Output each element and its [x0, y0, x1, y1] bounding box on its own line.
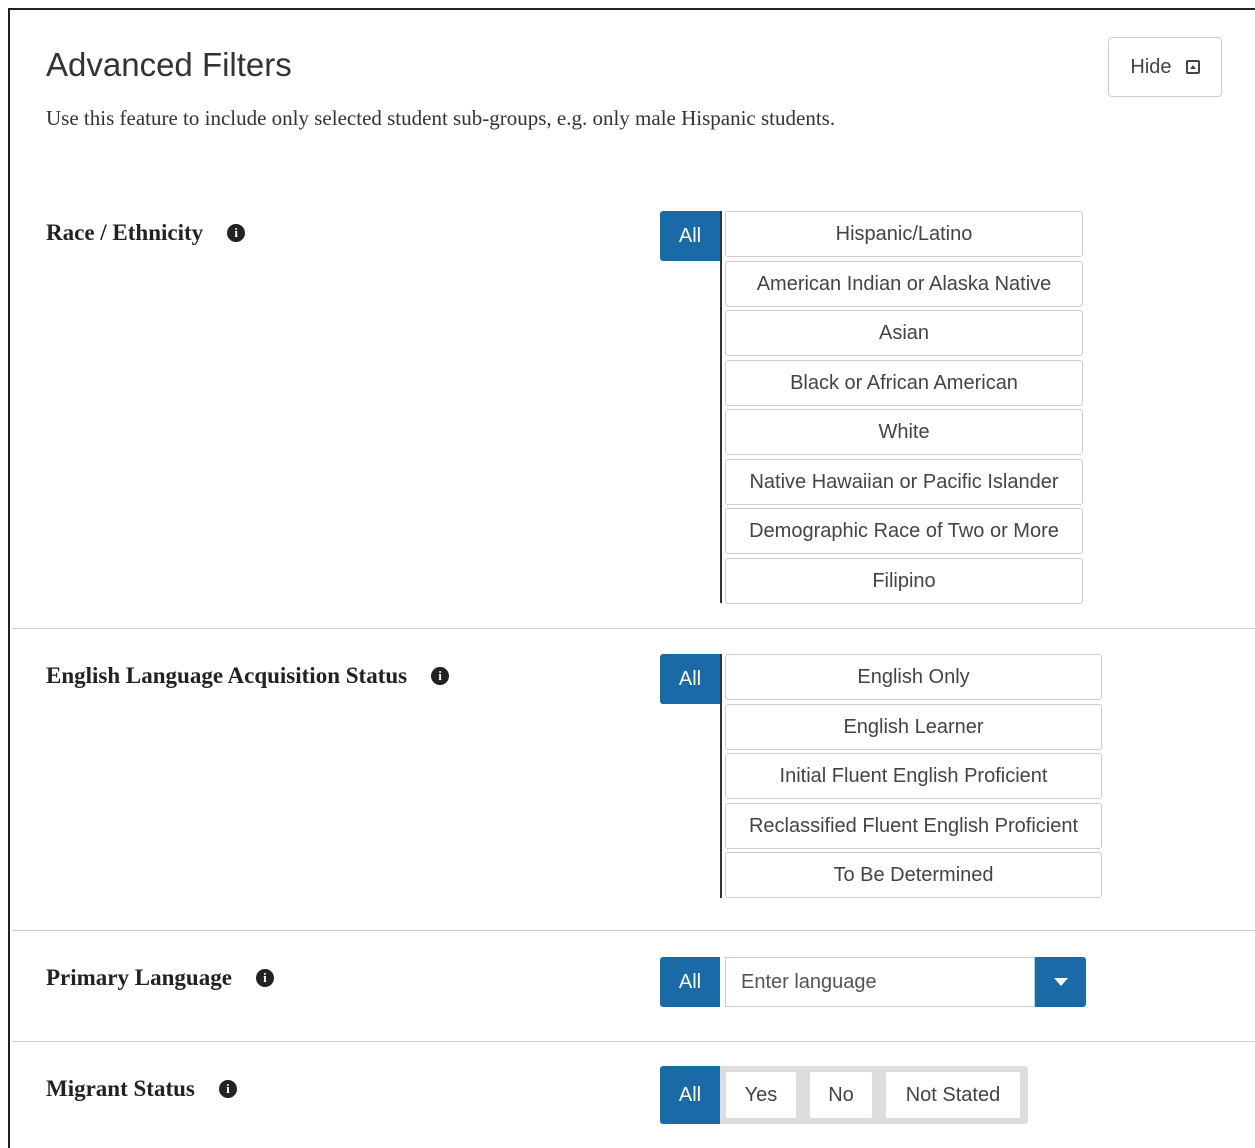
race-ethnicity-label: Race / Ethnicity i [46, 220, 246, 246]
migrant-option-yes[interactable]: Yes [726, 1072, 796, 1118]
race-option-white[interactable]: White [725, 409, 1083, 455]
migrant-all-button[interactable]: All [660, 1066, 720, 1124]
race-options-border [720, 211, 722, 603]
migrant-option-not-stated[interactable]: Not Stated [886, 1072, 1020, 1118]
race-option-filipino[interactable]: Filipino [725, 558, 1083, 604]
page-title: Advanced Filters [46, 46, 292, 83]
ela-status-label: English Language Acquisition Status i [46, 663, 450, 689]
section-divider [12, 1041, 1255, 1042]
ela-option-initial-fluent[interactable]: Initial Fluent English Proficient [725, 753, 1102, 799]
ela-option-reclassified-fluent[interactable]: Reclassified Fluent English Proficient [725, 803, 1102, 849]
collapse-icon [1185, 60, 1200, 74]
race-option-hispanic-latino[interactable]: Hispanic/Latino [725, 211, 1083, 257]
ela-status-label-text: English Language Acquisition Status [46, 663, 408, 688]
migrant-status-label: Migrant Status i [46, 1076, 237, 1102]
hide-button[interactable]: Hide [1108, 37, 1222, 97]
hide-button-label: Hide [1130, 55, 1172, 78]
ela-options-border [720, 654, 722, 898]
ela-option-english-learner[interactable]: English Learner [725, 704, 1102, 750]
page-subtitle: Use this feature to include only selecte… [46, 106, 836, 130]
language-input[interactable]: Enter language [725, 957, 1035, 1007]
language-dropdown-button[interactable] [1035, 957, 1086, 1007]
race-option-american-indian[interactable]: American Indian or Alaska Native [725, 261, 1083, 307]
race-option-two-or-more[interactable]: Demographic Race of Two or More [725, 508, 1083, 554]
info-icon[interactable]: i [218, 1080, 237, 1098]
race-option-black[interactable]: Black or African American [725, 360, 1083, 406]
race-all-button[interactable]: All [660, 211, 720, 261]
ela-all-button[interactable]: All [660, 654, 720, 704]
migrant-status-label-text: Migrant Status [46, 1076, 195, 1101]
info-icon[interactable]: i [255, 969, 274, 987]
language-all-button[interactable]: All [660, 957, 720, 1007]
ela-option-to-be-determined[interactable]: To Be Determined [725, 852, 1102, 898]
migrant-options-group: Yes No Not Stated [720, 1066, 1028, 1124]
ela-option-english-only[interactable]: English Only [725, 654, 1102, 700]
migrant-option-no[interactable]: No [810, 1072, 872, 1118]
primary-language-label: Primary Language i [46, 965, 274, 991]
chevron-down-icon [1053, 978, 1068, 986]
info-icon[interactable]: i [227, 224, 246, 242]
race-option-asian[interactable]: Asian [725, 310, 1083, 356]
info-icon[interactable]: i [431, 667, 450, 685]
advanced-filters-panel: Advanced Filters Use this feature to inc… [8, 8, 1255, 1148]
section-divider [12, 628, 1255, 629]
race-ethnicity-label-text: Race / Ethnicity [46, 220, 204, 245]
section-divider [12, 930, 1255, 931]
race-option-native-hawaiian[interactable]: Native Hawaiian or Pacific Islander [725, 459, 1083, 505]
primary-language-label-text: Primary Language [46, 965, 232, 990]
